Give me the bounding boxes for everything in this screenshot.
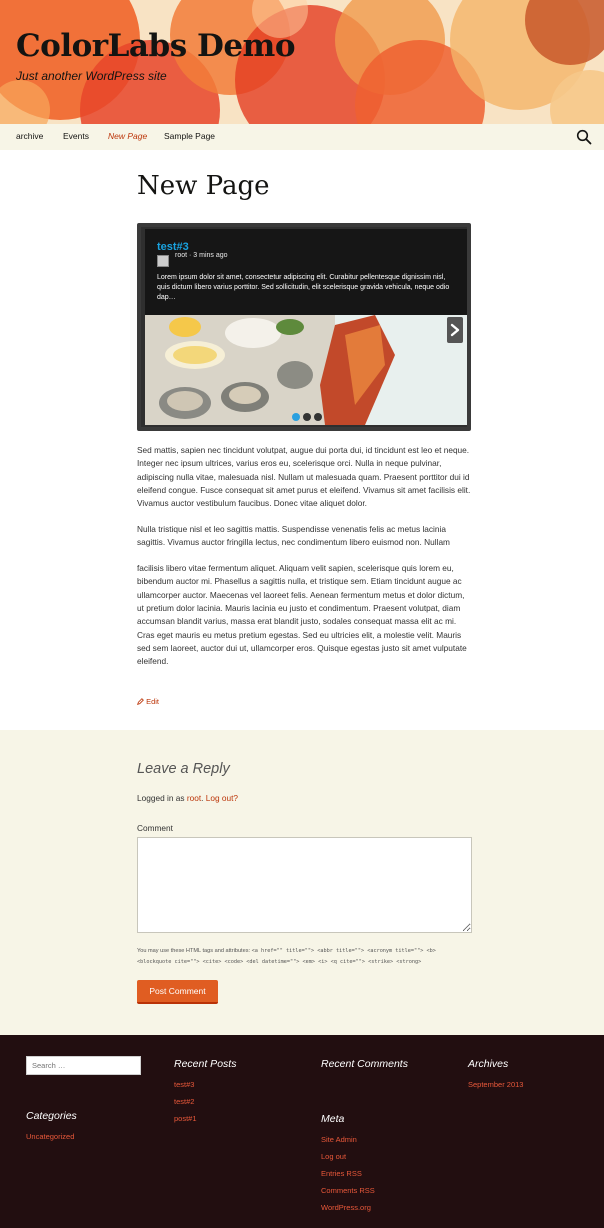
seafood-plate-image	[145, 315, 467, 425]
meta-link-log-out[interactable]: Log out	[321, 1152, 346, 1161]
site-footer: Recent Posts test#3 test#2 post#1 Recent…	[0, 1035, 604, 1228]
edit-label: Edit	[146, 697, 160, 706]
pencil-icon	[137, 698, 144, 705]
site-header: ColorLabs Demo Just another WordPress si…	[0, 0, 604, 124]
categories-title: Categories	[26, 1110, 77, 1122]
slider-dot[interactable]	[303, 413, 311, 421]
meta-link-comments-rss[interactable]: Comments RSS	[321, 1186, 375, 1195]
user-profile-link[interactable]: root	[187, 793, 201, 803]
meta-link-entries-rss[interactable]: Entries RSS	[321, 1169, 362, 1178]
recent-post-link[interactable]: test#2	[174, 1097, 194, 1106]
recent-comments-title: Recent Comments	[321, 1058, 408, 1070]
site-description: Just another WordPress site	[16, 69, 167, 83]
allowed-tags-note: You may use these HTML tags and attribut…	[137, 946, 472, 968]
recent-post-link[interactable]: post#1	[174, 1114, 197, 1123]
nav-item-new-page[interactable]: New Page	[108, 131, 147, 141]
paragraph: Nulla tristique nisl et leo sagittis mat…	[137, 523, 450, 548]
slide-excerpt: Lorem ipsum dolor sit amet, consectetur …	[157, 274, 450, 301]
nav-item-events[interactable]: Events	[63, 131, 89, 141]
slide-image[interactable]	[145, 315, 467, 425]
post-comment-button[interactable]: Post Comment	[137, 980, 218, 1004]
recent-post-link[interactable]: test#3	[174, 1080, 194, 1089]
logged-in-as: Logged in as root. Log out?	[137, 793, 238, 803]
entry-content: Sed mattis, sapien nec tincidunt volutpa…	[137, 444, 472, 681]
search-icon[interactable]	[576, 129, 592, 145]
meta-link-site-admin[interactable]: Site Admin	[321, 1135, 357, 1144]
main-navigation: archive Events New Page Sample Page	[0, 124, 604, 150]
paragraph: Sed mattis, sapien nec tincidunt volutpa…	[137, 445, 471, 509]
content-slider: test#3 root · 3 mins ago Lorem ipsum dol…	[137, 223, 471, 431]
meta-link-wordpress[interactable]: WordPress.org	[321, 1203, 371, 1212]
logout-link[interactable]: Log out?	[206, 793, 238, 803]
chevron-right-icon	[450, 323, 460, 337]
allowed-tags-prefix: You may use these HTML tags and attribut…	[137, 948, 252, 954]
slider-next-button[interactable]	[447, 317, 463, 343]
meta-title: Meta	[321, 1113, 345, 1125]
recent-posts-title: Recent Posts	[174, 1058, 237, 1070]
paragraph: facilisis libero vitae fermentum aliquet…	[137, 563, 467, 667]
reply-title: Leave a Reply	[137, 761, 230, 777]
slide-caption: test#3 root · 3 mins ago Lorem ipsum dol…	[145, 229, 467, 315]
slider-dot[interactable]	[314, 413, 322, 421]
footer-search-input[interactable]	[26, 1056, 141, 1075]
comment-textarea[interactable]	[137, 837, 472, 933]
slide-meta: root · 3 mins ago	[175, 252, 228, 259]
comments-area: Leave a Reply Logged in as root. Log out…	[0, 730, 604, 1035]
page-title: New Page	[137, 171, 270, 201]
nav-item-sample-page[interactable]: Sample Page	[164, 131, 215, 141]
category-link[interactable]: Uncategorized	[26, 1132, 74, 1141]
site-title[interactable]: ColorLabs Demo	[16, 28, 296, 64]
archive-link[interactable]: September 2013	[468, 1080, 523, 1089]
slider-dot[interactable]	[292, 413, 300, 421]
comment-label: Comment	[137, 823, 173, 833]
nav-item-archive[interactable]: archive	[16, 131, 43, 141]
edit-link[interactable]: Edit	[137, 697, 159, 706]
archives-title: Archives	[468, 1058, 509, 1070]
logged-in-prefix: Logged in as	[137, 793, 187, 803]
avatar	[157, 255, 169, 267]
